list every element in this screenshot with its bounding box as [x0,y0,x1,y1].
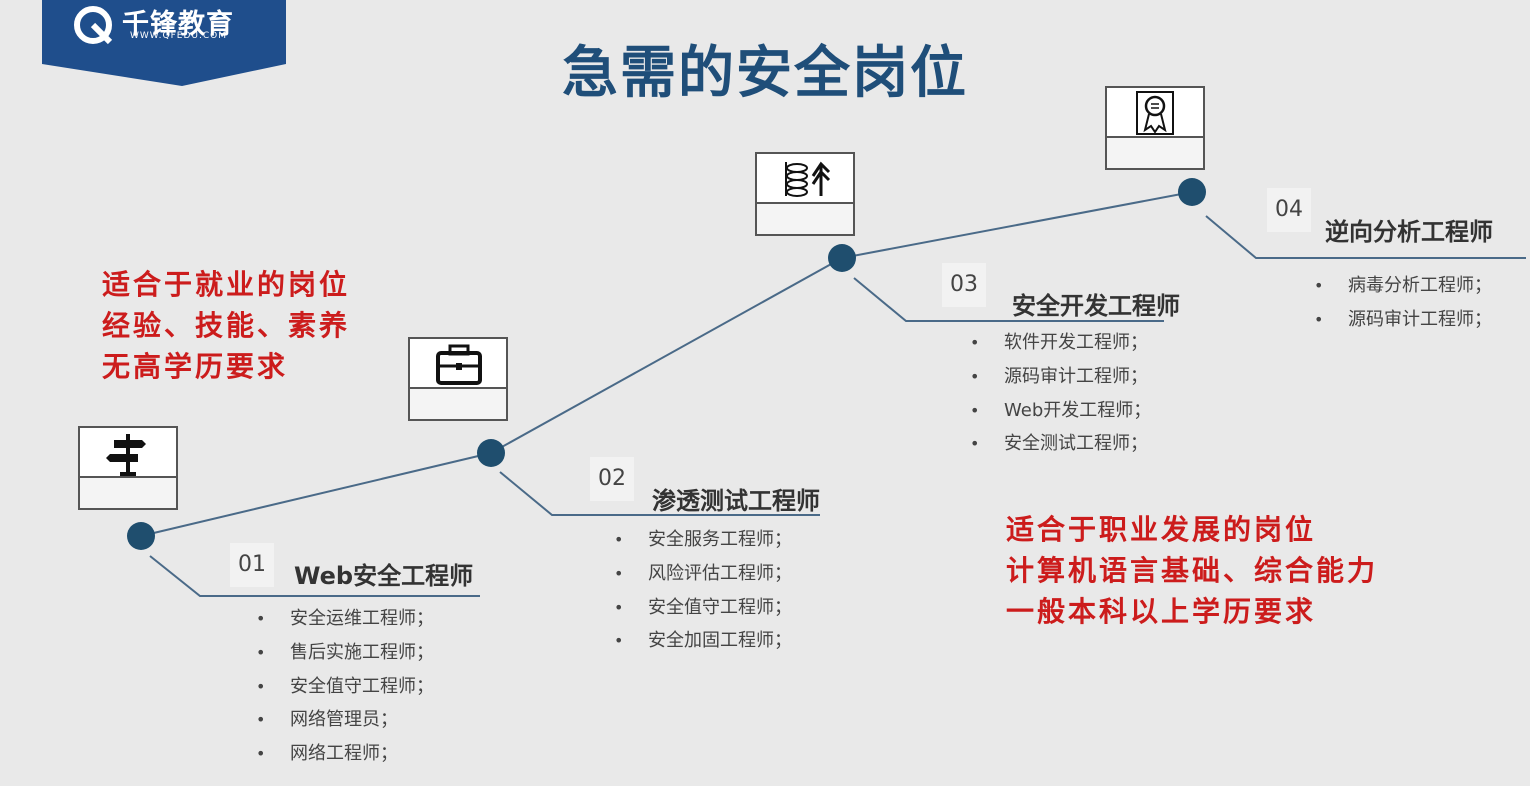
step-title-3: 安全开发工程师 [1012,292,1180,320]
certificate-icon-card [1105,86,1205,170]
step-title-2: 渗透测试工程师 [652,487,820,515]
certificate-icon [1136,91,1174,135]
briefcase-icon [436,344,482,385]
step-node-3 [828,244,856,272]
path-segment-2-3 [490,257,843,454]
list-item: 网络工程师； [256,737,434,771]
step-list-1: 安全运维工程师； 售后实施工程师； 安全值守工程师； 网络管理员； 网络工程师； [256,602,434,771]
step-title-1: Web安全工程师 [294,562,474,590]
path-segment-3-4 [841,191,1193,259]
note-career-development: 适合于职业发展的岗位 计算机语言基础、综合能力 一般本科以上学历要求 [1006,509,1378,632]
step-node-4 [1178,178,1206,206]
list-item: Web开发工程师； [970,394,1151,428]
step-title-4: 逆向分析工程师 [1325,218,1493,246]
step-number-1: 01 [230,543,274,587]
signpost-icon-card [78,426,178,510]
career-path-diagram [127,178,1526,597]
list-item: 安全测试工程师； [970,427,1151,461]
list-item: 安全值守工程师； [614,591,792,625]
step-list-3: 软件开发工程师； 源码审计工程师； Web开发工程师； 安全测试工程师； [970,326,1151,461]
note-line: 一般本科以上学历要求 [1006,595,1317,628]
signpost-icon [106,434,146,476]
step-node-1 [127,522,155,550]
step-number-3: 03 [942,263,986,307]
list-item: 风险评估工程师； [614,557,792,591]
step-number-4: 04 [1267,188,1311,232]
list-item: 安全值守工程师； [256,670,434,704]
list-item: 软件开发工程师； [970,326,1151,360]
step-list-4: 病毒分析工程师； 源码审计工程师； [1314,269,1492,337]
note-line: 计算机语言基础、综合能力 [1006,554,1379,587]
step-number-2: 02 [590,457,634,501]
step-node-2 [477,439,505,467]
note-employment: 适合于就业的岗位 经验、技能、素养 无高学历要求 [102,264,350,387]
list-item: 源码审计工程师； [1314,303,1492,337]
note-line: 经验、技能、素养 [102,309,351,342]
list-item: 安全服务工程师； [614,523,792,557]
list-item: 安全加固工程师； [614,624,792,658]
note-line: 无高学历要求 [102,350,289,383]
note-line: 适合于职业发展的岗位 [1006,513,1317,546]
briefcase-icon-card [408,337,508,421]
money-growth-icon-card [755,152,855,236]
list-item: 病毒分析工程师； [1314,269,1492,303]
note-line: 适合于就业的岗位 [102,268,351,301]
path-segment-1-2 [140,452,492,537]
list-item: 源码审计工程师； [970,360,1151,394]
list-item: 售后实施工程师； [256,636,434,670]
step-list-2: 安全服务工程师； 风险评估工程师； 安全值守工程师； 安全加固工程师； [614,523,792,658]
list-item: 网络管理员； [256,703,434,737]
list-item: 安全运维工程师； [256,602,434,636]
money-growth-icon [785,161,831,197]
